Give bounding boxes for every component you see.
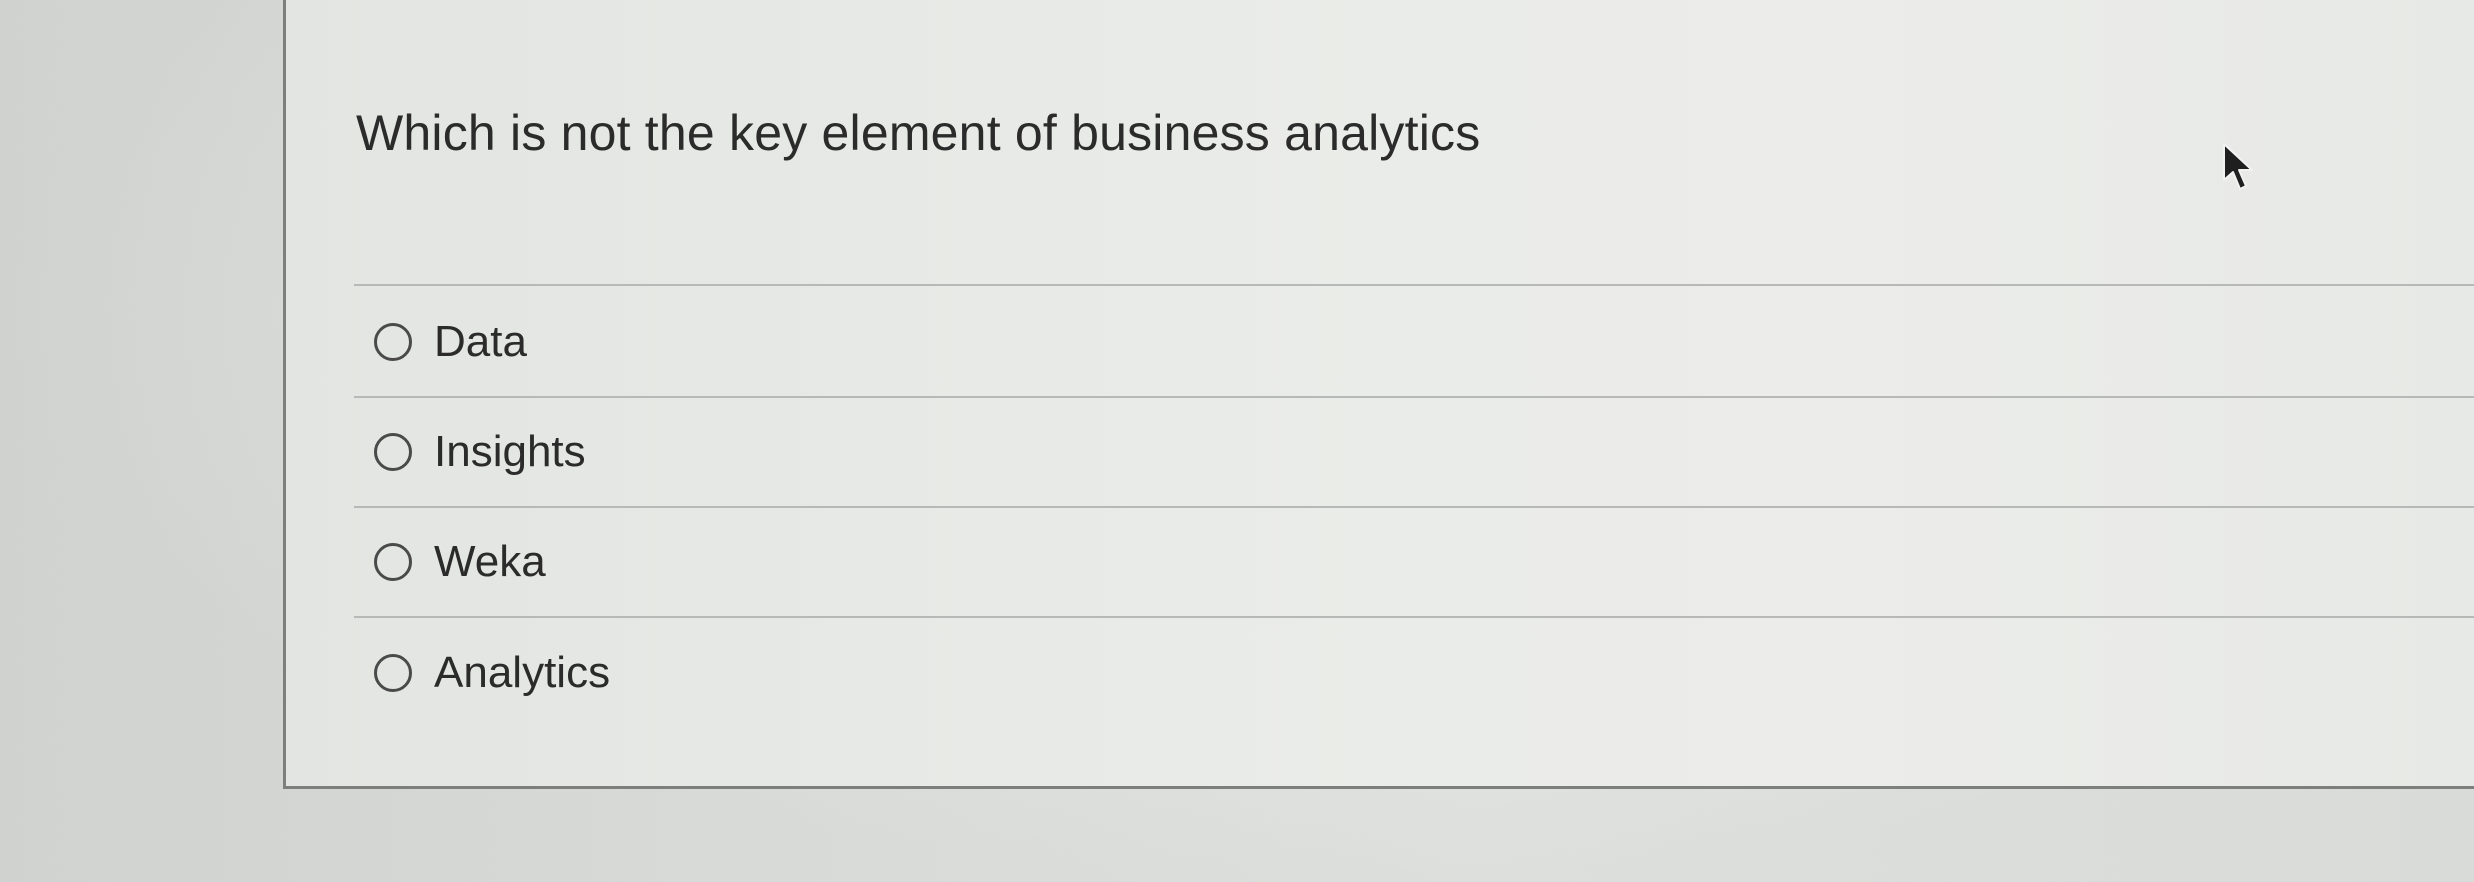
question-divider bbox=[354, 284, 2474, 286]
answer-list: Data Insights Weka Analytics bbox=[354, 288, 2474, 728]
mouse-pointer-icon bbox=[2223, 143, 2253, 190]
radio-unselected-icon[interactable] bbox=[374, 433, 412, 471]
question-text: Which is not the key element of business… bbox=[356, 105, 1481, 161]
question-panel: Which is not the key element of business… bbox=[283, 0, 2474, 789]
radio-unselected-icon[interactable] bbox=[374, 654, 412, 692]
answer-label: Analytics bbox=[434, 648, 611, 697]
answer-label: Weka bbox=[434, 537, 546, 586]
answer-option-insights[interactable]: Insights bbox=[354, 398, 2474, 508]
answer-option-weka[interactable]: Weka bbox=[354, 508, 2474, 618]
radio-unselected-icon[interactable] bbox=[374, 323, 412, 361]
radio-unselected-icon[interactable] bbox=[374, 543, 412, 581]
answer-label: Data bbox=[434, 317, 527, 366]
answer-label: Insights bbox=[434, 427, 586, 476]
answer-option-analytics[interactable]: Analytics bbox=[354, 618, 2474, 728]
answer-option-data[interactable]: Data bbox=[354, 288, 2474, 398]
